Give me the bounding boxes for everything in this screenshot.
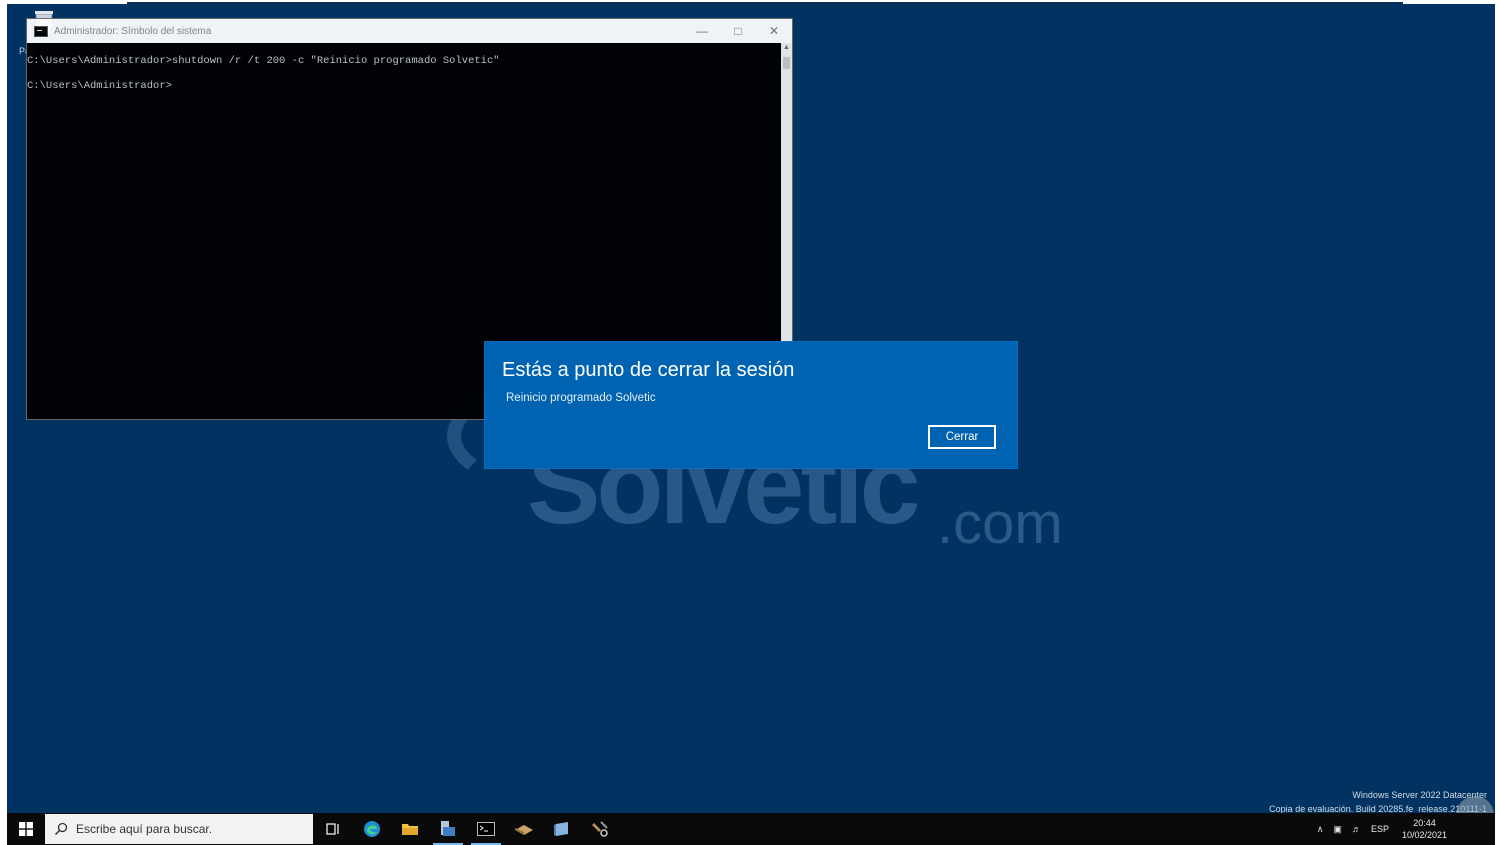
taskbar-file-explorer[interactable] [391,813,429,845]
taskbar-app-7[interactable] [543,813,581,845]
clock-date: 10/02/2021 [1401,830,1447,840]
scroll-up-arrow-icon[interactable]: ▲ [783,44,790,51]
taskbar: Escribe aquí para buscar. ∧ ▣ ♬ ESP 20:4… [7,813,1495,845]
system-tray: ∧ ▣ ♬ ESP 20:44 10/02/2021 [1312,813,1495,845]
server-build: Copia de evaluación. Build 20285.fe_rele… [1269,804,1487,813]
cmd-app-icon [34,25,48,37]
toolbox-icon [515,825,533,835]
start-button[interactable] [7,813,45,845]
clock[interactable]: 20:44 10/02/2021 [1402,817,1447,841]
server-manager-icon [441,821,455,836]
cmd-title-bar[interactable]: Administrador: Símbolo del sistema — □ ✕ [27,19,792,43]
watermark-domain: .com [937,491,1063,556]
dialog-title: Estás a punto de cerrar la sesión [502,359,795,381]
server-edition: Windows Server 2022 Datacenter [1352,790,1487,800]
search-icon [54,822,68,836]
taskbar-search[interactable]: Escribe aquí para buscar. [45,814,313,844]
window-controls: — □ ✕ [684,19,792,43]
input-language[interactable]: ESP [1371,824,1389,834]
cmd-line-command: C:\Users\Administrador>shutdown /r /t 20… [27,55,500,67]
folder-icon [402,824,418,835]
taskbar-app-8[interactable] [581,813,619,845]
taskbar-server-manager[interactable] [429,813,467,845]
scroll-thumb[interactable] [783,57,790,69]
minimize-button[interactable]: — [684,19,720,43]
edge-browser-icon [364,821,380,837]
server-info: Windows Server 2022 Datacenter Copia de … [1269,788,1487,813]
close-button[interactable]: ✕ [756,19,792,43]
terminal-icon [477,822,495,836]
cmd-line-prompt: C:\Users\Administrador> [27,80,172,92]
taskbar-app-6[interactable] [505,813,543,845]
search-placeholder: Escribe aquí para buscar. [76,822,213,836]
close-dialog-button[interactable]: Cerrar [928,425,996,449]
chevron-up-icon[interactable]: ∧ [1317,824,1324,835]
taskbar-cmd[interactable] [467,813,505,845]
logoff-dialog: Estás a punto de cerrar la sesión Reinic… [485,342,1017,468]
windows-logo-icon [19,822,33,836]
task-view-button[interactable] [314,813,352,845]
task-view-icon [326,823,339,835]
notebook-icon [554,822,568,836]
tools-icon [592,821,608,837]
desktop-top-edge [7,2,127,4]
dialog-message: Reinicio programado Solvetic [506,392,656,404]
cmd-window-title: Administrador: Símbolo del sistema [54,25,212,37]
maximize-button[interactable]: □ [720,19,756,43]
volume-icon[interactable]: ♬ [1352,824,1361,834]
desktop-top-line [127,2,1403,4]
desktop-top-edge-right [1403,2,1495,4]
taskbar-edge[interactable] [353,813,391,845]
cmd-output[interactable]: C:\Users\Administrador>shutdown /r /t 20… [27,43,792,93]
network-icon[interactable]: ▣ [1333,824,1342,835]
clock-time: 20:44 [1413,818,1436,828]
